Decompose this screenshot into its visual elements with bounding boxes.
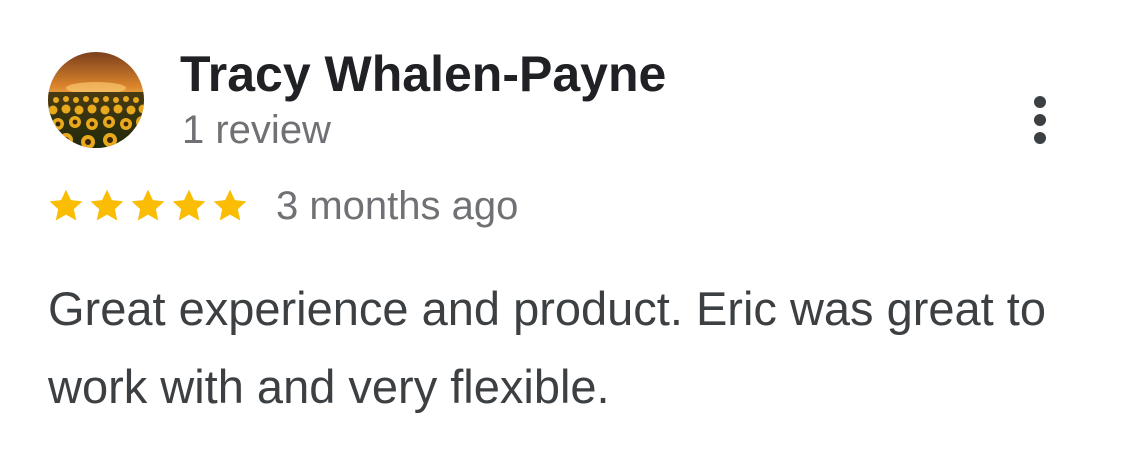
more-options-button[interactable] [1020,90,1060,150]
author-name[interactable]: Tracy Whalen-Payne [180,44,666,104]
star-icon [213,189,247,221]
star-icon [172,189,206,221]
review-card: Tracy Whalen-Payne 1 review 3 months ago… [0,0,1125,470]
star-icon [90,189,124,221]
more-vert-icon-dot [1034,132,1046,144]
star-rating [46,183,251,229]
more-vert-icon-dot [1034,114,1046,126]
more-vert-icon [1034,96,1046,108]
star-icon [131,189,165,221]
review-date: 3 months ago [276,184,519,228]
sunflower-field-avatar-icon [48,52,144,148]
avatar[interactable] [48,52,144,148]
review-count[interactable]: 1 review [182,106,331,154]
review-text: Great experience and product. Eric was g… [48,282,1046,413]
star-icon [49,189,83,221]
